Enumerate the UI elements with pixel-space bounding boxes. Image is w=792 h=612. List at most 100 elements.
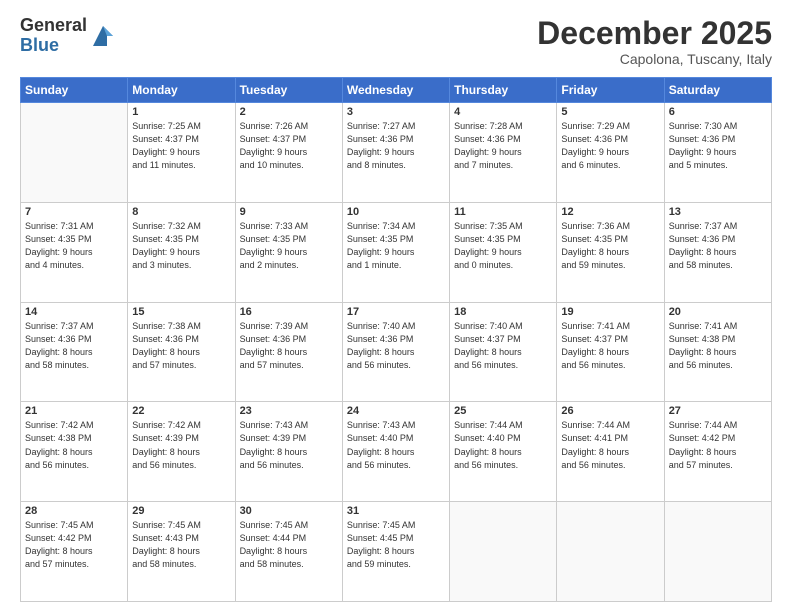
col-header-tuesday: Tuesday [235, 78, 342, 103]
page: General Blue December 2025 Capolona, Tus… [0, 0, 792, 612]
day-number: 12 [561, 206, 659, 218]
day-number: 29 [132, 505, 230, 517]
day-info: Sunrise: 7:38 AMSunset: 4:36 PMDaylight:… [132, 320, 230, 372]
day-info: Sunrise: 7:36 AMSunset: 4:35 PMDaylight:… [561, 220, 659, 272]
calendar-cell: 26 Sunrise: 7:44 AMSunset: 4:41 PMDayligh… [557, 402, 664, 502]
calendar-cell: 17 Sunrise: 7:40 AMSunset: 4:36 PMDayligh… [342, 302, 449, 402]
col-header-friday: Friday [557, 78, 664, 103]
calendar-cell: 28Sunrise: 7:45 AMSunset: 4:42 PMDayligh… [21, 502, 128, 602]
calendar-cell: 29 Sunrise: 7:45 AMSunset: 4:43 PMDayligh… [128, 502, 235, 602]
day-info: Sunrise: 7:45 AMSunset: 4:44 PMDaylight:… [240, 519, 338, 571]
calendar-cell: 5 Sunrise: 7:29 AMSunset: 4:36 PMDaylight… [557, 103, 664, 203]
calendar-cell: 18 Sunrise: 7:40 AMSunset: 4:37 PMDayligh… [450, 302, 557, 402]
calendar-cell: 11 Sunrise: 7:35 AMSunset: 4:35 PMDayligh… [450, 202, 557, 302]
day-number: 1 [132, 106, 230, 118]
logo-icon [89, 22, 117, 50]
day-number: 5 [561, 106, 659, 118]
day-info: Sunrise: 7:42 AMSunset: 4:39 PMDaylight:… [132, 419, 230, 471]
logo: General Blue [20, 16, 117, 56]
calendar-cell: 20 Sunrise: 7:41 AMSunset: 4:38 PMDayligh… [664, 302, 771, 402]
calendar-cell: 30Sunrise: 7:45 AMSunset: 4:44 PMDayligh… [235, 502, 342, 602]
calendar-cell: 27 Sunrise: 7:44 AMSunset: 4:42 PMDayligh… [664, 402, 771, 502]
calendar-cell: 8 Sunrise: 7:32 AMSunset: 4:35 PMDaylight… [128, 202, 235, 302]
calendar-cell: 13 Sunrise: 7:37 AMSunset: 4:36 PMDayligh… [664, 202, 771, 302]
calendar-cell [450, 502, 557, 602]
col-header-wednesday: Wednesday [342, 78, 449, 103]
calendar-table: SundayMondayTuesdayWednesdayThursdayFrid… [20, 77, 772, 602]
day-info: Sunrise: 7:25 AMSunset: 4:37 PMDaylight:… [132, 120, 230, 172]
day-info: Sunrise: 7:27 AMSunset: 4:36 PMDaylight:… [347, 120, 445, 172]
calendar-cell [21, 103, 128, 203]
calendar-cell: 22 Sunrise: 7:42 AMSunset: 4:39 PMDayligh… [128, 402, 235, 502]
day-number: 25 [454, 405, 552, 417]
calendar-cell: 1 Sunrise: 7:25 AMSunset: 4:37 PMDaylight… [128, 103, 235, 203]
day-info: Sunrise: 7:44 AMSunset: 4:42 PMDaylight:… [669, 419, 767, 471]
day-info: Sunrise: 7:28 AMSunset: 4:36 PMDaylight:… [454, 120, 552, 172]
col-header-sunday: Sunday [21, 78, 128, 103]
calendar-cell: 7Sunrise: 7:31 AMSunset: 4:35 PMDaylight… [21, 202, 128, 302]
calendar-cell: 3 Sunrise: 7:27 AMSunset: 4:36 PMDaylight… [342, 103, 449, 203]
title-block: December 2025 Capolona, Tuscany, Italy [537, 16, 772, 67]
day-info: Sunrise: 7:45 AMSunset: 4:42 PMDaylight:… [25, 519, 123, 571]
day-info: Sunrise: 7:41 AMSunset: 4:37 PMDaylight:… [561, 320, 659, 372]
day-number: 14 [25, 306, 123, 318]
logo-blue: Blue [20, 36, 87, 56]
day-info: Sunrise: 7:32 AMSunset: 4:35 PMDaylight:… [132, 220, 230, 272]
day-number: 3 [347, 106, 445, 118]
calendar-cell: 2Sunrise: 7:26 AMSunset: 4:37 PMDaylight… [235, 103, 342, 203]
day-info: Sunrise: 7:40 AMSunset: 4:36 PMDaylight:… [347, 320, 445, 372]
day-number: 11 [454, 206, 552, 218]
day-info: Sunrise: 7:43 AMSunset: 4:39 PMDaylight:… [240, 419, 338, 471]
day-number: 20 [669, 306, 767, 318]
day-number: 17 [347, 306, 445, 318]
day-info: Sunrise: 7:39 AMSunset: 4:36 PMDaylight:… [240, 320, 338, 372]
calendar-cell: 23 Sunrise: 7:43 AMSunset: 4:39 PMDayligh… [235, 402, 342, 502]
day-info: Sunrise: 7:31 AMSunset: 4:35 PMDaylight:… [25, 220, 123, 272]
calendar-cell: 16 Sunrise: 7:39 AMSunset: 4:36 PMDayligh… [235, 302, 342, 402]
calendar-cell: 25 Sunrise: 7:44 AMSunset: 4:40 PMDayligh… [450, 402, 557, 502]
day-info: Sunrise: 7:40 AMSunset: 4:37 PMDaylight:… [454, 320, 552, 372]
calendar-cell: 21 Sunrise: 7:42 AMSunset: 4:38 PMDayligh… [21, 402, 128, 502]
day-number: 23 [240, 405, 338, 417]
week-row-2: 7Sunrise: 7:31 AMSunset: 4:35 PMDaylight… [21, 202, 772, 302]
logo-general: General [20, 16, 87, 36]
calendar-cell [557, 502, 664, 602]
calendar-cell: 9 Sunrise: 7:33 AMSunset: 4:35 PMDaylight… [235, 202, 342, 302]
calendar-cell: 15 Sunrise: 7:38 AMSunset: 4:36 PMDayligh… [128, 302, 235, 402]
day-number: 6 [669, 106, 767, 118]
day-info: Sunrise: 7:30 AMSunset: 4:36 PMDaylight:… [669, 120, 767, 172]
day-number: 24 [347, 405, 445, 417]
day-info: Sunrise: 7:35 AMSunset: 4:35 PMDaylight:… [454, 220, 552, 272]
day-number: 22 [132, 405, 230, 417]
day-number: 21 [25, 405, 123, 417]
week-row-5: 28Sunrise: 7:45 AMSunset: 4:42 PMDayligh… [21, 502, 772, 602]
col-header-monday: Monday [128, 78, 235, 103]
day-number: 19 [561, 306, 659, 318]
day-number: 26 [561, 405, 659, 417]
day-number: 15 [132, 306, 230, 318]
calendar-cell: 19 Sunrise: 7:41 AMSunset: 4:37 PMDayligh… [557, 302, 664, 402]
day-info: Sunrise: 7:45 AMSunset: 4:43 PMDaylight:… [132, 519, 230, 571]
day-number: 13 [669, 206, 767, 218]
day-number: 18 [454, 306, 552, 318]
day-info: Sunrise: 7:41 AMSunset: 4:38 PMDaylight:… [669, 320, 767, 372]
day-number: 8 [132, 206, 230, 218]
day-number: 27 [669, 405, 767, 417]
day-info: Sunrise: 7:26 AMSunset: 4:37 PMDaylight:… [240, 120, 338, 172]
day-info: Sunrise: 7:37 AMSunset: 4:36 PMDaylight:… [669, 220, 767, 272]
day-info: Sunrise: 7:29 AMSunset: 4:36 PMDaylight:… [561, 120, 659, 172]
day-info: Sunrise: 7:33 AMSunset: 4:35 PMDaylight:… [240, 220, 338, 272]
calendar-cell: 14 Sunrise: 7:37 AMSunset: 4:36 PMDayligh… [21, 302, 128, 402]
day-number: 16 [240, 306, 338, 318]
calendar-cell: 4Sunrise: 7:28 AMSunset: 4:36 PMDaylight… [450, 103, 557, 203]
week-row-3: 14 Sunrise: 7:37 AMSunset: 4:36 PMDayligh… [21, 302, 772, 402]
calendar-header-row: SundayMondayTuesdayWednesdayThursdayFrid… [21, 78, 772, 103]
day-number: 31 [347, 505, 445, 517]
day-info: Sunrise: 7:44 AMSunset: 4:40 PMDaylight:… [454, 419, 552, 471]
day-info: Sunrise: 7:42 AMSunset: 4:38 PMDaylight:… [25, 419, 123, 471]
day-info: Sunrise: 7:44 AMSunset: 4:41 PMDaylight:… [561, 419, 659, 471]
month-title: December 2025 [537, 16, 772, 51]
day-number: 9 [240, 206, 338, 218]
day-info: Sunrise: 7:37 AMSunset: 4:36 PMDaylight:… [25, 320, 123, 372]
calendar-cell: 31Sunrise: 7:45 AMSunset: 4:45 PMDayligh… [342, 502, 449, 602]
